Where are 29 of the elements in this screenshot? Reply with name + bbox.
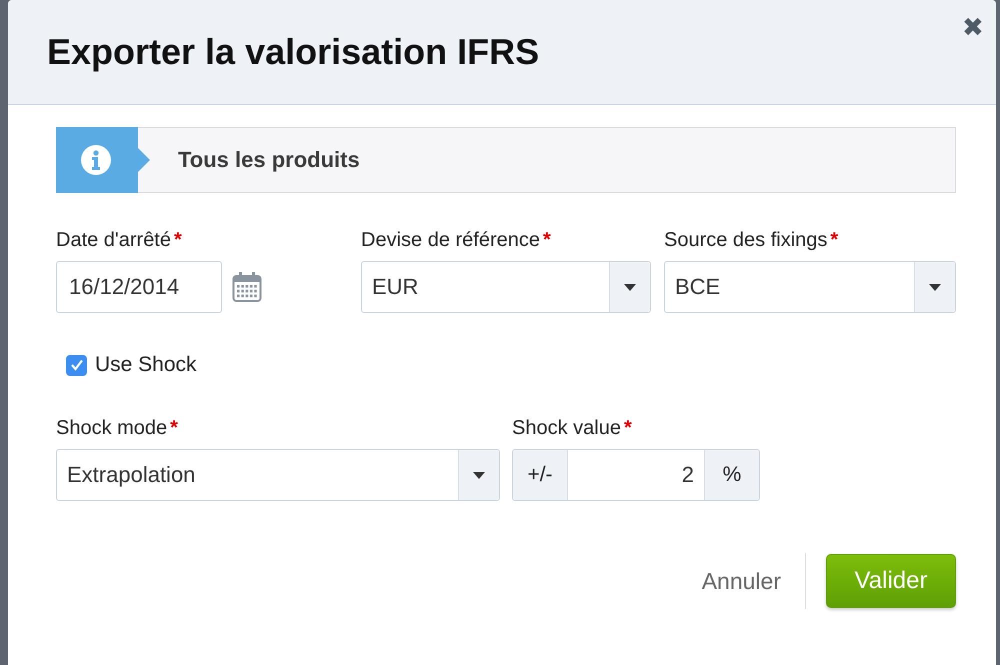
unit-label: % [705,450,759,500]
date-field[interactable]: 16/12/2014 [56,261,222,313]
field-label: Devise de référence [361,229,540,251]
field-label: Date d'arrêté [56,229,171,251]
select-field[interactable]: EUR [361,261,651,313]
select-field[interactable]: BCE [664,261,956,313]
info-icon [80,144,112,176]
required-mark: * [542,229,551,251]
calendar-icon[interactable] [232,271,262,303]
caret-icon [929,284,941,290]
caret-icon [473,472,485,478]
checkbox-label[interactable]: Use Shock [95,353,197,377]
caret-icon [624,284,636,290]
required-mark: * [624,417,632,439]
dialog-title: Exporter la valorisation IFRS [47,31,540,73]
required-mark: * [830,229,838,251]
number-field[interactable]: 2 [567,450,705,500]
cancel-button[interactable]: Annuler [702,568,781,594]
field-label: Source des fixings [664,229,828,251]
banner-text: Tous les produits [178,147,360,173]
close-button[interactable]: ✖ [962,14,984,40]
checkbox[interactable] [66,354,87,376]
checkmark-icon [70,359,84,371]
field-label: Shock mode [56,417,168,439]
select-field[interactable]: Extrapolation [56,449,500,501]
field-label: Shock value [512,417,621,439]
plus-minus-button[interactable]: +/- [513,450,567,500]
required-mark: * [174,229,182,251]
required-mark: * [170,417,178,439]
